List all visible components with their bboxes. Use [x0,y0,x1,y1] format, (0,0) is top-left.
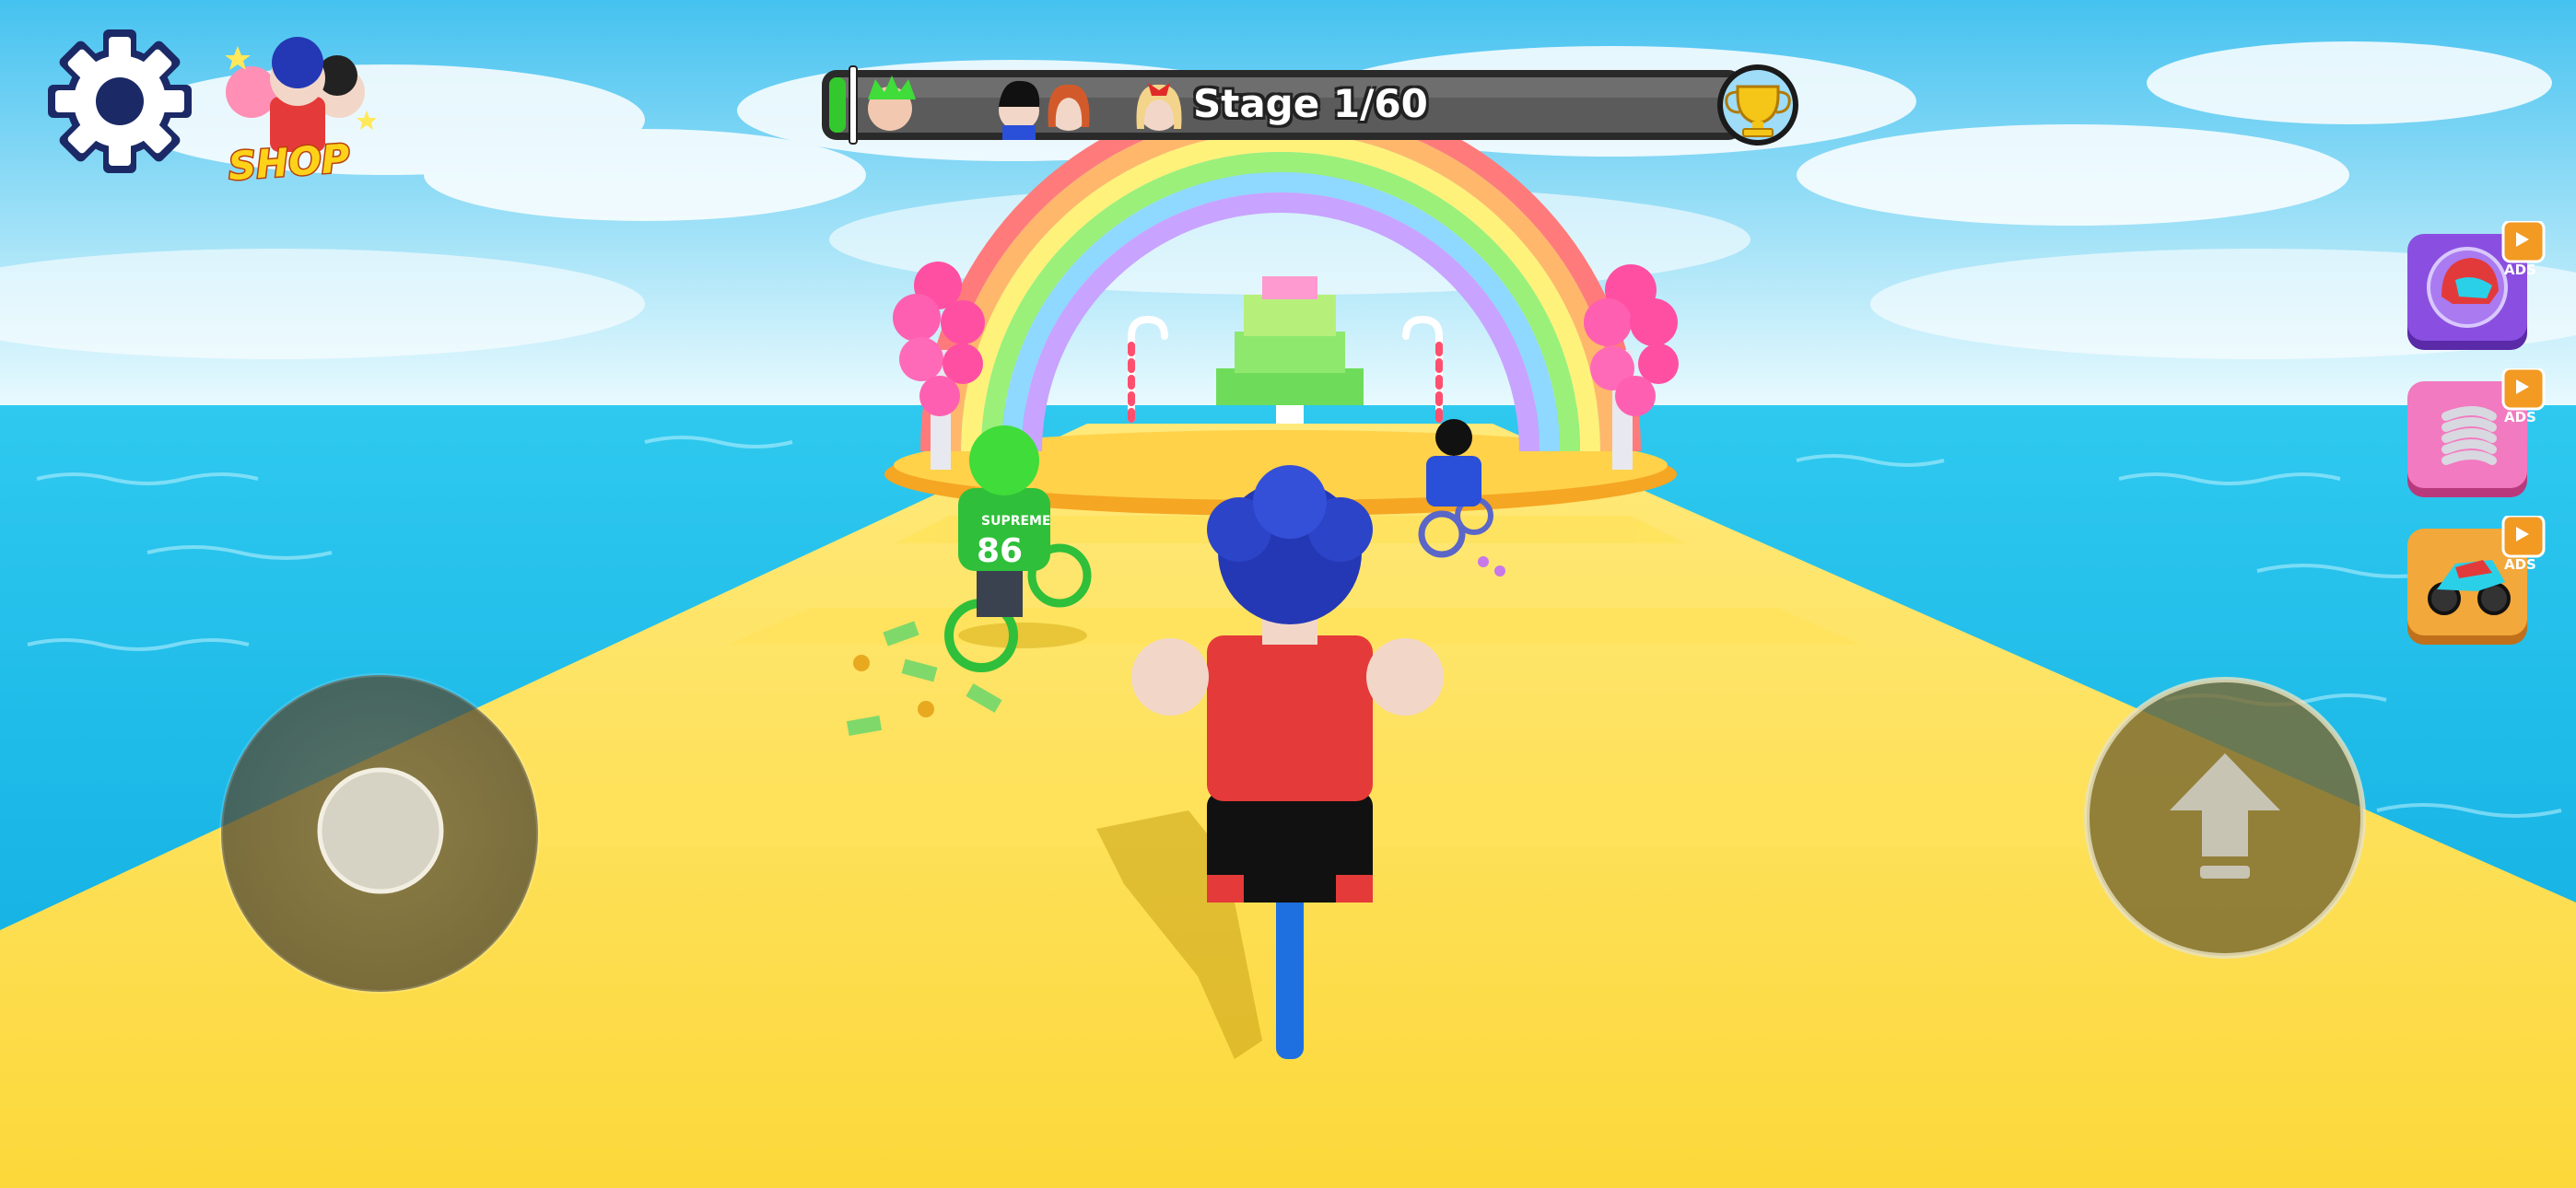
offer-spring-button[interactable]: ADS [2400,367,2547,507]
ads-badge: ADS [2501,367,2546,425]
shop-characters-icon [225,37,377,152]
svg-text:ADS: ADS [2504,556,2536,573]
shop-button[interactable]: SHOP [210,28,385,191]
shop-label: SHOP [227,135,351,184]
svg-text:ADS: ADS [2504,409,2536,425]
ads-badge: ADS [2501,219,2546,278]
jump-button[interactable] [2084,677,2366,959]
ads-badge: ADS [2501,514,2546,573]
virtual-joystick[interactable] [219,673,540,994]
settings-button[interactable] [46,28,193,175]
stage-progress-fill [829,77,846,133]
stage-label: Stage 1/60 [1193,81,1428,126]
offer-motorbike-button[interactable]: ADS [2400,514,2547,654]
game-scene: SUPREME 86 [0,0,2576,1188]
redhead-racer-avatar [1048,84,1090,131]
blue-racer-avatar [999,80,1040,140]
offer-helmet-button[interactable]: ADS [2400,219,2547,359]
trophy-icon [1717,64,1798,146]
svg-text:SUPREME: SUPREME [981,514,1051,529]
svg-text:ADS: ADS [2504,262,2536,278]
gear-icon [48,29,192,173]
joystick-thumb[interactable] [317,767,444,894]
svg-text:86: 86 [977,532,1023,570]
